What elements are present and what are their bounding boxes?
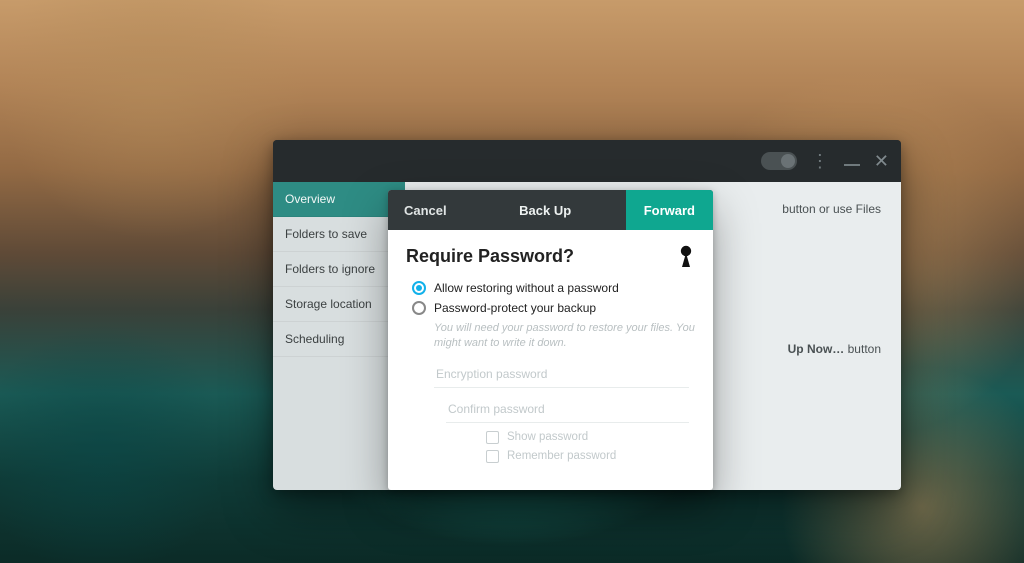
sidebar-item-scheduling[interactable]: Scheduling [273,322,405,357]
radio-indicator [412,301,426,315]
dialog-title-text: Back Up [519,203,571,218]
sidebar-item-label: Scheduling [285,332,344,346]
radio-label: Password-protect your backup [434,301,596,315]
checkbox-label: Remember password [507,450,616,462]
cancel-button[interactable]: Cancel [388,190,465,230]
window-titlebar: ⋮ ✕ [273,140,901,182]
hint-text: button or use Files [782,202,881,216]
sidebar-item-label: Folders to ignore [285,262,375,276]
window-minimize-button[interactable] [844,156,860,166]
radio-indicator [412,281,426,295]
checkbox-box [486,450,499,463]
encryption-password-field[interactable]: Encryption password [434,361,689,388]
password-protect-help-text: You will need your password to restore y… [434,321,695,351]
dialog-body: Require Password? Allow restoring withou… [388,230,713,473]
forward-label: Forward [644,203,695,218]
sidebar: Overview Folders to save Folders to igno… [273,182,405,490]
sidebar-item-overview[interactable]: Overview [273,182,405,217]
radio-label: Allow restoring without a password [434,281,619,295]
sidebar-item-folders-to-ignore[interactable]: Folders to ignore [273,252,405,287]
dialog-title: Back Up [465,190,626,230]
cancel-label: Cancel [404,203,447,218]
desktop-background: ⋮ ✕ Overview Folders to save Folders to … [0,0,1024,563]
sidebar-item-storage-location[interactable]: Storage location [273,287,405,322]
confirm-password-field[interactable]: Confirm password [446,396,689,423]
dialog-header: Cancel Back Up Forward [388,190,713,230]
radio-allow-no-password[interactable]: Allow restoring without a password [412,281,695,295]
require-password-dialog: Cancel Back Up Forward Require Password?… [388,190,713,490]
window-menu-button[interactable]: ⋮ [811,151,830,172]
sidebar-item-folders-to-save[interactable]: Folders to save [273,217,405,252]
checkbox-label: Show password [507,431,588,443]
hint-bold: Up Now… [788,342,845,356]
overview-hint-text-mid: Up Now… button [788,342,881,356]
checkbox-box [486,431,499,444]
window-close-button[interactable]: ✕ [874,151,889,172]
keyhole-icon [675,242,697,270]
remember-password-checkbox[interactable]: Remember password [486,450,695,463]
forward-button[interactable]: Forward [626,190,713,230]
sidebar-item-label: Folders to save [285,227,367,241]
sidebar-item-label: Storage location [285,297,372,311]
show-password-checkbox[interactable]: Show password [486,431,695,444]
dialog-heading: Require Password? [406,246,695,267]
sidebar-item-label: Overview [285,192,335,206]
radio-password-protect[interactable]: Password-protect your backup [412,301,695,315]
hint-suffix: button [844,342,881,356]
auto-backup-toggle[interactable] [761,152,797,170]
overview-hint-text-top: button or use Files [782,202,881,216]
